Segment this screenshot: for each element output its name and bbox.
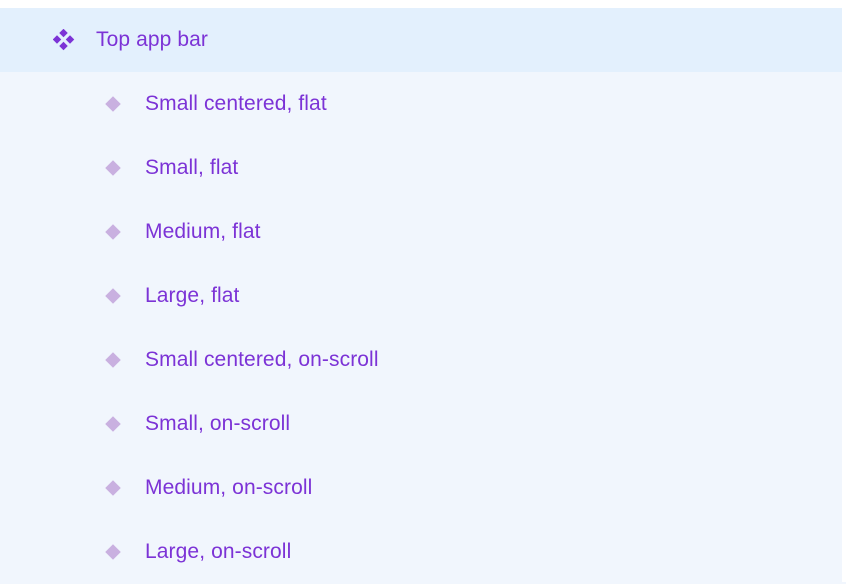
layer-label: Small centered, on-scroll: [145, 348, 379, 371]
layer-label: Large, flat: [145, 284, 240, 307]
layer-row-small-centered-flat[interactable]: Small centered, flat: [0, 72, 842, 136]
layer-row-large-on-scroll[interactable]: Large, on-scroll: [0, 520, 842, 584]
layer-row-small-on-scroll[interactable]: Small, on-scroll: [0, 392, 842, 456]
layer-row-top-app-bar[interactable]: Top app bar: [0, 8, 842, 72]
layer-row-small-flat[interactable]: Small, flat: [0, 136, 842, 200]
layer-row-medium-on-scroll[interactable]: Medium, on-scroll: [0, 456, 842, 520]
component-set-icon: [52, 28, 75, 51]
layer-label: Top app bar: [96, 28, 209, 51]
layer-label: Small, flat: [145, 156, 239, 179]
layers-panel: Top app bar Small centered, flat Small, …: [0, 8, 842, 582]
component-instance-icon: [104, 479, 122, 497]
component-instance-icon: [104, 223, 122, 241]
layer-label: Medium, flat: [145, 220, 261, 243]
layer-label: Small centered, flat: [145, 92, 327, 115]
component-instance-icon: [104, 415, 122, 433]
layer-label: Small, on-scroll: [145, 412, 291, 435]
layer-row-small-centered-on-scroll[interactable]: Small centered, on-scroll: [0, 328, 842, 392]
layer-row-medium-flat[interactable]: Medium, flat: [0, 200, 842, 264]
component-instance-icon: [104, 287, 122, 305]
top-divider-strip: [0, 0, 842, 8]
component-instance-icon: [104, 351, 122, 369]
component-instance-icon: [104, 95, 122, 113]
component-instance-icon: [104, 543, 122, 561]
right-edge-divider: [842, 0, 846, 582]
layer-label: Large, on-scroll: [145, 540, 292, 563]
component-instance-icon: [104, 159, 122, 177]
layer-row-large-flat[interactable]: Large, flat: [0, 264, 842, 328]
layer-label: Medium, on-scroll: [145, 476, 313, 499]
